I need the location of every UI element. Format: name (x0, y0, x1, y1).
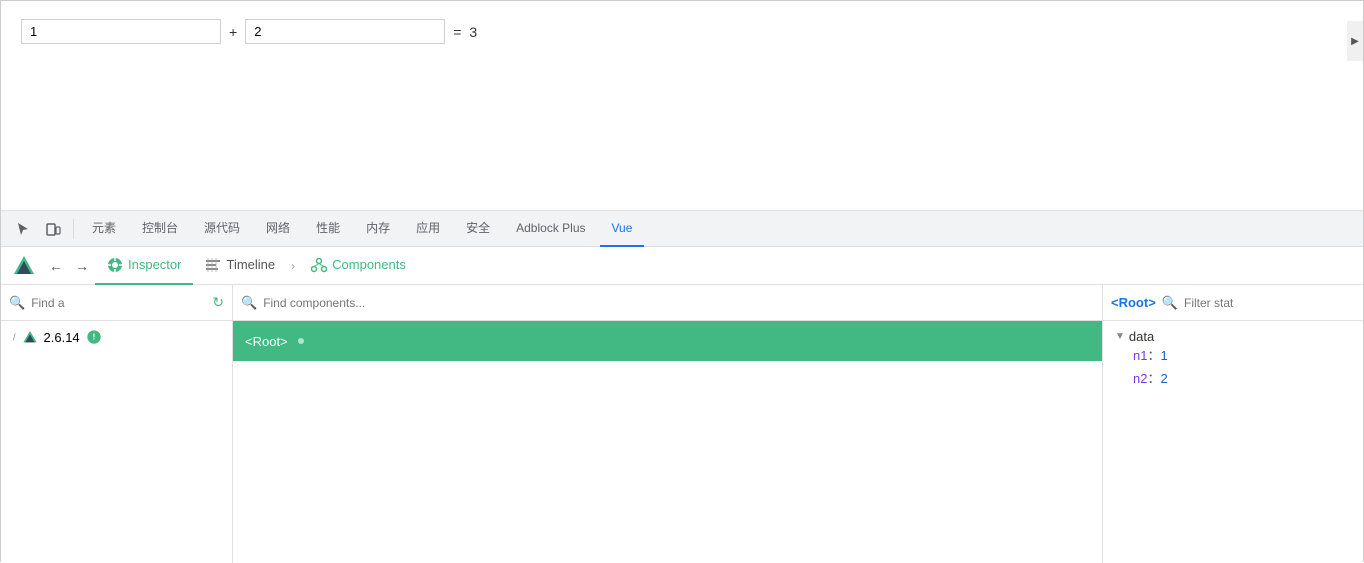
app-content: + = 3 (21, 19, 477, 44)
left-panel: 🔍 ↻ / 2.6.14 ! (1, 285, 233, 563)
filter-input[interactable] (1184, 296, 1355, 310)
data-section: ▼ data n1：1 n2：2 (1115, 329, 1351, 391)
right-search-icon: 🔍 (1162, 295, 1178, 311)
vue-tabs: ← → Inspector Timeline (1, 247, 1363, 285)
val-n2: 2 (1160, 371, 1167, 386)
version-item[interactable]: / 2.6.14 ! (1, 321, 232, 353)
result-value: 3 (469, 24, 477, 40)
right-panel: <Root> 🔍 ▼ data n1：1 n2：2 (1103, 285, 1363, 563)
left-search-input[interactable] (31, 296, 206, 310)
component-name: <Root> (245, 334, 288, 349)
middle-search-bar: 🔍 (233, 285, 1102, 321)
chevron-separator: › (287, 259, 299, 273)
tab-application[interactable]: 应用 (404, 211, 452, 247)
input-2[interactable] (245, 19, 445, 44)
tab-network[interactable]: 网络 (254, 211, 302, 247)
component-dot (298, 338, 304, 344)
root-component-item[interactable]: <Root> (233, 321, 1102, 361)
tab-adblock[interactable]: Adblock Plus (504, 211, 597, 247)
tab-timeline[interactable]: Timeline (193, 247, 287, 285)
key-n1: n1 (1133, 348, 1147, 363)
key-n2: n2 (1133, 371, 1147, 386)
vue-panel: ← → Inspector Timeline (1, 247, 1363, 563)
tab-memory[interactable]: 内存 (354, 211, 402, 247)
timeline-label: Timeline (226, 257, 275, 272)
data-item-n1: n1：1 (1115, 344, 1351, 367)
device-icon-btn[interactable] (39, 215, 67, 243)
input-1[interactable] (21, 19, 221, 44)
equals-sign: = (453, 24, 461, 40)
middle-search-icon: 🔍 (241, 295, 257, 311)
vue-v-icon (22, 329, 38, 345)
svg-text:!: ! (92, 333, 95, 342)
tab-performance[interactable]: 性能 (304, 211, 352, 247)
vue-content: 🔍 ↻ / 2.6.14 ! 🔍 (1, 285, 1363, 563)
vue-logo (9, 251, 39, 281)
left-search-bar: 🔍 ↻ (1, 285, 232, 321)
root-tag-label: <Root> (1111, 295, 1156, 310)
inspector-label: Inspector (128, 257, 181, 272)
back-button[interactable]: ← (43, 253, 69, 279)
tab-sources[interactable]: 源代码 (192, 211, 252, 247)
middle-panel: 🔍 <Root> (233, 285, 1103, 563)
components-label: Components (332, 257, 406, 272)
tab-console[interactable]: 控制台 (130, 211, 190, 247)
tab-security[interactable]: 安全 (454, 211, 502, 247)
components-icon (311, 257, 327, 273)
separator-1 (73, 219, 74, 239)
data-tree: ▼ data n1：1 n2：2 (1103, 321, 1363, 405)
tab-components[interactable]: Components (299, 247, 418, 285)
inspector-icon (107, 257, 123, 273)
forward-button[interactable]: → (69, 253, 95, 279)
timeline-icon (205, 257, 221, 273)
right-header: <Root> 🔍 (1103, 285, 1363, 321)
middle-search-input[interactable] (263, 296, 1094, 310)
data-label-text: data (1129, 329, 1154, 344)
refresh-button[interactable]: ↻ (212, 294, 224, 311)
data-section-label[interactable]: ▼ data (1115, 329, 1351, 344)
devtools-tabs-bar: 元素 控制台 源代码 网络 性能 内存 应用 安全 Adblock Plus V… (1, 211, 1363, 247)
left-search-icon: 🔍 (9, 295, 25, 311)
tab-elements[interactable]: 元素 (80, 211, 128, 247)
tab-inspector[interactable]: Inspector (95, 247, 193, 285)
cursor-icon-btn[interactable] (9, 215, 37, 243)
app-area: + = 3 ▶ (1, 1, 1363, 211)
version-text: 2.6.14 (44, 330, 80, 345)
alert-icon: ! (86, 329, 102, 345)
val-n1: 1 (1160, 348, 1167, 363)
scroll-arrow[interactable]: ▶ (1347, 21, 1363, 61)
data-chevron: ▼ (1115, 331, 1125, 342)
tab-vue[interactable]: Vue (600, 211, 645, 247)
operator-plus: + (229, 24, 237, 40)
data-item-n2: n2：2 (1115, 367, 1351, 390)
